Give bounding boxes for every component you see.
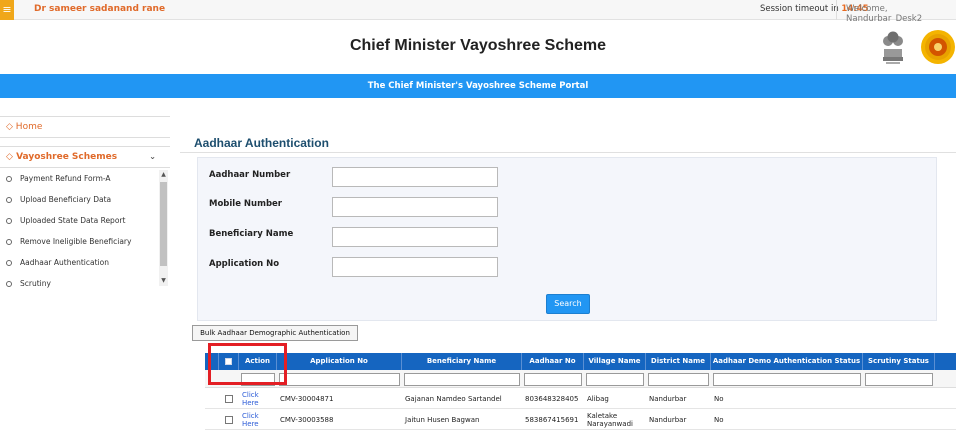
sidebar: ◇ Home ◇ Vayoshree Schemes ⌄ Payment Ref… (0, 116, 170, 288)
filter-row (205, 370, 956, 388)
header-district-name[interactable]: District Name (646, 353, 711, 370)
mobile-number-label: Mobile Number (209, 199, 282, 209)
sidebar-schemes-label: Vayoshree Schemes (16, 152, 118, 162)
filter-district-name[interactable] (648, 373, 709, 386)
page-title: Aadhaar Authentication (194, 136, 329, 150)
sidebar-item-label: Aadhaar Authentication (20, 258, 109, 267)
row-application-no: CMV-30003588 (280, 416, 334, 424)
scroll-up-arrow-icon[interactable]: ▲ (159, 170, 168, 180)
portal-banner: The Chief Minister's Vayoshree Scheme Po… (0, 74, 956, 98)
header-application-no[interactable]: Application No (277, 353, 402, 370)
row-beneficiary-name: Gajanan Namdeo Sartandel (405, 395, 502, 403)
sidebar-item-aadhaar-authentication[interactable]: Aadhaar Authentication (0, 252, 170, 273)
header-aadhaar-no[interactable]: Aadhaar No (522, 353, 584, 370)
sidebar-item-label: Remove Ineligible Beneficiary (20, 237, 132, 246)
application-no-label: Application No (209, 259, 280, 269)
circle-bullet-icon (6, 239, 12, 245)
application-no-input[interactable] (332, 257, 498, 277)
row-aadhaar-no: 803648328405 (525, 395, 579, 403)
results-table: Action Application No Beneficiary Name A… (205, 353, 956, 430)
row-demo-status: No (714, 416, 724, 424)
header-beneficiary-name[interactable]: Beneficiary Name (402, 353, 522, 370)
aadhaar-number-input[interactable] (332, 167, 498, 187)
row-checkbox[interactable] (225, 395, 233, 403)
row-checkbox[interactable] (225, 416, 233, 424)
header-village-name[interactable]: Village Name (584, 353, 646, 370)
menu-toggle-button[interactable]: ≡ (0, 0, 14, 20)
mobile-number-input[interactable] (332, 197, 498, 217)
filter-demo-status[interactable] (713, 373, 861, 386)
sidebar-item-vayoshree-schemes[interactable]: ◇ Vayoshree Schemes ⌄ (0, 146, 170, 168)
beneficiary-name-input[interactable] (332, 227, 498, 247)
filter-aadhaar-no[interactable] (524, 373, 582, 386)
user-name: Dr sameer sadanand rane (34, 4, 166, 14)
sidebar-item-remove-ineligible[interactable]: Remove Ineligible Beneficiary (0, 231, 170, 252)
filter-scrutiny-status[interactable] (865, 373, 933, 386)
row-scrutiny-status (863, 389, 935, 409)
site-header: Chief Minister Vayoshree Scheme (0, 21, 956, 72)
page-main-title: Chief Minister Vayoshree Scheme (349, 37, 607, 54)
sidebar-home-label: Home (15, 122, 43, 132)
title-divider (180, 152, 956, 153)
session-label: Session timeout in (760, 4, 839, 14)
search-form-panel: Aadhaar Number Mobile Number Beneficiary… (197, 157, 937, 321)
circle-bullet-icon (6, 176, 12, 182)
circle-bullet-icon (6, 281, 12, 287)
table-header: Action Application No Beneficiary Name A… (205, 353, 956, 370)
row-aadhaar-no: 583867415691 (525, 416, 579, 424)
row-application-no: CMV-30004871 (280, 395, 334, 403)
sidebar-item-home[interactable]: ◇ Home (0, 116, 170, 138)
search-button[interactable]: Search (546, 294, 590, 314)
bulk-aadhaar-authentication-button[interactable]: Bulk Aadhaar Demographic Authentication (192, 325, 358, 341)
top-bar: ≡ Dr sameer sadanand rane Session timeou… (0, 0, 956, 24)
row-beneficiary-name: Jaitun Husen Bagwan (405, 416, 480, 424)
sidebar-item-scrutiny[interactable]: Scrutiny (0, 273, 170, 288)
scroll-down-arrow-icon[interactable]: ▼ (159, 276, 168, 286)
chevron-down-icon: ⌄ (149, 152, 156, 161)
circle-bullet-icon (6, 218, 12, 224)
sidebar-item-label: Upload Beneficiary Data (20, 195, 112, 204)
row-demo-status: No (714, 395, 724, 403)
row-village-name: Alibag (587, 395, 609, 403)
table-row: Click Here CMV-30004871 Gajanan Namdeo S… (205, 389, 956, 409)
scrollbar-thumb[interactable] (160, 182, 167, 266)
sidebar-item-payment-refund[interactable]: Payment Refund Form-A (0, 168, 170, 189)
row-action-link[interactable]: Click Here (239, 389, 277, 409)
sidebar-submenu: Payment Refund Form-A Upload Beneficiary… (0, 168, 170, 288)
header-demo-status[interactable]: Aadhaar Demo Authentication Status (711, 353, 863, 370)
row-action-link[interactable]: Click Here (239, 410, 277, 430)
sidebar-item-label: Uploaded State Data Report (20, 216, 126, 225)
row-scrutiny-status (863, 410, 935, 430)
filter-beneficiary-name[interactable] (404, 373, 520, 386)
filter-application-no[interactable] (279, 373, 400, 386)
sidebar-scrollbar[interactable]: ▲ ▼ (159, 170, 168, 286)
topbar-divider (836, 0, 837, 20)
home-icon: ◇ (6, 122, 13, 132)
government-seal-icon (921, 30, 955, 64)
hamburger-icon: ≡ (2, 3, 12, 16)
sidebar-item-upload-beneficiary[interactable]: Upload Beneficiary Data (0, 189, 170, 210)
sidebar-item-label: Scrutiny (20, 279, 51, 288)
row-district-name: Nandurbar (649, 416, 687, 424)
circle-bullet-icon (6, 260, 12, 266)
row-district-name: Nandurbar (649, 395, 687, 403)
beneficiary-name-label: Beneficiary Name (209, 229, 294, 239)
schemes-icon: ◇ (6, 152, 13, 162)
state-emblem-icon (883, 31, 903, 64)
circle-bullet-icon (6, 197, 12, 203)
table-row: Click Here CMV-30003588 Jaitun Husen Bag… (205, 410, 956, 430)
header-scrutiny-status[interactable]: Scrutiny Status (863, 353, 935, 370)
row-village-name: Kaletake Narayanwadi (587, 412, 633, 428)
sidebar-item-uploaded-state-report[interactable]: Uploaded State Data Report (0, 210, 170, 231)
aadhaar-number-label: Aadhaar Number (209, 170, 291, 180)
sidebar-item-label: Payment Refund Form-A (20, 174, 111, 183)
highlight-box-annotation (208, 343, 287, 385)
filter-village-name[interactable] (586, 373, 644, 386)
